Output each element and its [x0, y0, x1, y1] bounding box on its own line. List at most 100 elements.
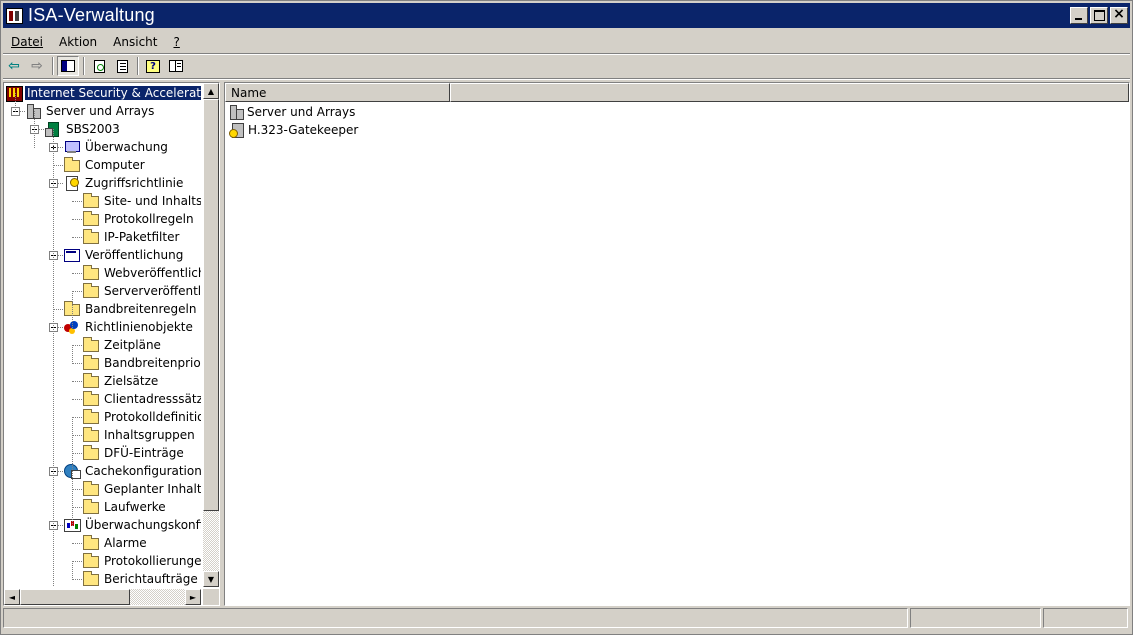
tree-item[interactable]: Server und Arrays: [26, 102, 156, 120]
tree-connector: [72, 381, 82, 382]
column-header-name[interactable]: Name: [225, 83, 450, 102]
tree-item[interactable]: Zeitpläne: [83, 336, 163, 354]
show-hide-tree-button[interactable]: [57, 56, 79, 76]
tree-item-label: Überwachungskonfiguration: [85, 518, 201, 532]
export-list-button[interactable]: [111, 56, 133, 76]
tree-item[interactable]: Site- und Inhaltsregeln: [83, 192, 201, 210]
details-pane[interactable]: Name Server und Arrays H.323-Gatekeeper: [224, 82, 1130, 606]
tree-item[interactable]: Bandbreitenregeln: [64, 300, 199, 318]
tree-vertical-scrollbar[interactable]: ▲ ▼: [203, 83, 219, 587]
tree-item[interactable]: DFÜ-Einträge: [83, 444, 186, 462]
close-button[interactable]: ×: [1110, 6, 1128, 24]
tree-connector: [72, 543, 82, 544]
list-item-name: H.323-Gatekeeper: [248, 122, 359, 137]
menu-aktion[interactable]: Aktion: [51, 35, 105, 49]
tree-vscroll-thumb[interactable]: [203, 99, 219, 511]
tree-item[interactable]: Clientadresssätze: [83, 390, 201, 408]
properties-button[interactable]: [165, 56, 187, 76]
forward-button[interactable]: ⇨: [26, 56, 48, 76]
tree-item-label: Inhaltsgruppen: [104, 428, 195, 442]
tree-item[interactable]: Computer: [64, 156, 147, 174]
tree-item[interactable]: Protokollierungen: [83, 552, 201, 570]
policy-icon: [64, 176, 80, 191]
tree-connector: [72, 399, 82, 400]
tree-item-label: Webveröffentlichungsregeln: [104, 266, 201, 280]
tree-item[interactable]: Alarme: [83, 534, 149, 552]
folder-icon: [83, 552, 99, 568]
tree-item[interactable]: Berichtaufträge: [83, 570, 200, 587]
scroll-right-button[interactable]: ►: [185, 589, 201, 605]
list-item[interactable]: H.323-Gatekeeper: [229, 121, 358, 138]
arrow-left-icon: ◄: [8, 592, 16, 602]
tree-item[interactable]: Webveröffentlichungsregeln: [83, 264, 201, 282]
tree-item[interactable]: Überwachungskonfiguration: [64, 516, 201, 534]
tree-item[interactable]: Inhaltsgruppen: [83, 426, 197, 444]
scroll-down-button[interactable]: ▼: [203, 571, 219, 587]
tree-connector: [72, 507, 82, 508]
monitor-icon: [64, 140, 80, 154]
tree-item[interactable]: Zugriffsrichtlinie: [64, 174, 185, 192]
tree-item[interactable]: Bandbreitenprioritäten: [83, 354, 201, 372]
scrollbar-corner: [203, 589, 219, 605]
tree-item-label: Zugriffsrichtlinie: [85, 176, 184, 190]
tree-item[interactable]: Protokollregeln: [83, 210, 196, 228]
folder-icon: [83, 282, 99, 298]
isa-icon: [6, 86, 23, 102]
tree-item-label: Bandbreitenregeln: [85, 302, 197, 316]
tree-item[interactable]: IP-Paketfilter: [83, 228, 181, 246]
title-bar[interactable]: ISA-Verwaltung ×: [3, 3, 1130, 28]
tree-item[interactable]: Zielsätze: [83, 372, 160, 390]
console-tree[interactable]: Internet Security & Acceleration Server …: [4, 83, 201, 587]
back-button[interactable]: ⇦: [3, 56, 25, 76]
folder-icon: [83, 498, 99, 514]
tree-item-label: Zeitpläne: [104, 338, 161, 352]
properties-icon: [169, 60, 183, 72]
menu-help[interactable]: ?: [165, 35, 187, 49]
scroll-up-button[interactable]: ▲: [203, 83, 219, 99]
tree-item-label: Cachekonfiguration: [85, 464, 201, 478]
refresh-icon: [93, 59, 105, 73]
tree-item-label: Computer: [85, 158, 145, 172]
menu-ansicht[interactable]: Ansicht: [105, 35, 165, 49]
tree-connector: [53, 309, 63, 310]
status-bar: [3, 608, 1130, 630]
console-tree-icon: [61, 60, 75, 72]
tree-connector: [53, 165, 63, 166]
arrow-up-icon: ▲: [207, 86, 215, 96]
refresh-button[interactable]: [88, 56, 110, 76]
tree-item[interactable]: Geplanter Inhaltsdownload: [83, 480, 201, 498]
folder-icon: [83, 192, 99, 208]
tree-item[interactable]: Internet Security & Acceleration Server …: [6, 84, 201, 102]
tree-item[interactable]: Richtlinienobjekte: [64, 318, 195, 336]
tree-item[interactable]: Überwachung: [64, 138, 170, 156]
tree-item[interactable]: Veröffentlichung: [64, 246, 185, 264]
tree-horizontal-scrollbar[interactable]: ◄ ►: [4, 589, 201, 605]
tree-item[interactable]: Serververöffentlichungsregeln: [83, 282, 201, 300]
tree-item[interactable]: Protokolldefinitionen: [83, 408, 201, 426]
tree-connector: [72, 273, 82, 274]
tree-connector: [72, 561, 82, 562]
status-cell-3: [1043, 608, 1128, 628]
tree-item[interactable]: SBS2003: [45, 120, 122, 138]
scroll-left-button[interactable]: ◄: [4, 589, 20, 605]
tree-item-label: Richtlinienobjekte: [85, 320, 193, 334]
toolbar-separator-line: [3, 78, 1130, 80]
menu-datei[interactable]: Datei: [3, 35, 51, 49]
list-item[interactable]: Server und Arrays: [229, 103, 355, 120]
tree-connector: [72, 417, 82, 418]
tree-item[interactable]: Laufwerke: [83, 498, 168, 516]
folder-icon: [64, 156, 80, 172]
console-tree-pane[interactable]: Internet Security & Acceleration Server …: [3, 82, 220, 606]
maximize-button[interactable]: [1090, 7, 1108, 24]
app-icon[interactable]: [6, 7, 23, 24]
close-icon: ×: [1113, 6, 1125, 22]
help-icon: ?: [146, 59, 160, 73]
list-header: Name: [225, 83, 1129, 102]
status-cell-main: [3, 608, 908, 628]
tree-hscroll-thumb[interactable]: [20, 589, 130, 605]
help-button[interactable]: ?: [142, 56, 164, 76]
tree-item[interactable]: Cachekonfiguration: [64, 462, 201, 480]
minimize-button[interactable]: [1070, 7, 1088, 24]
column-header-empty[interactable]: [450, 83, 1129, 102]
tree-item-label: SBS2003: [66, 122, 120, 136]
